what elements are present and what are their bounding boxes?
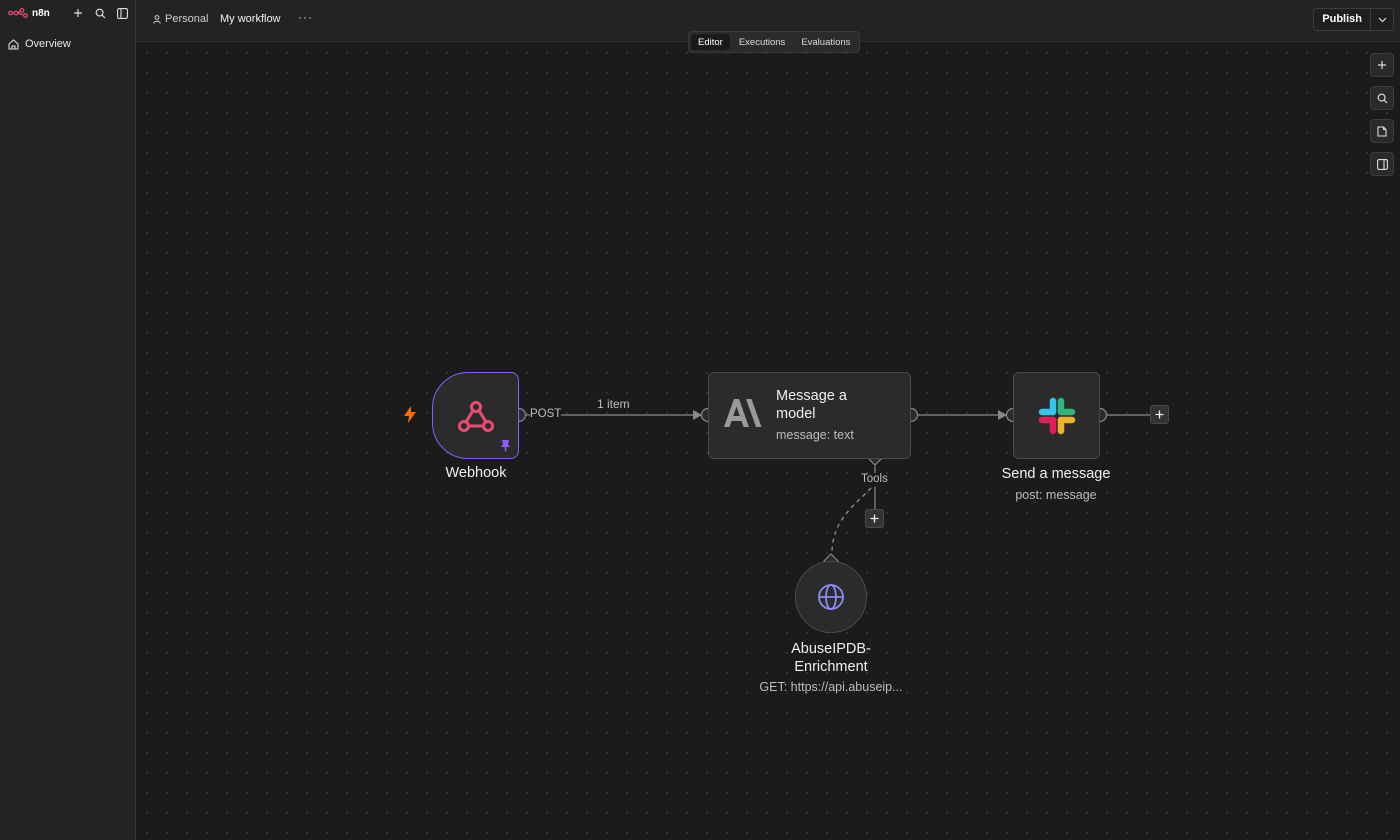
search-icon xyxy=(1377,93,1387,103)
collapse-sidebar-icon[interactable] xyxy=(116,7,128,19)
panel-icon xyxy=(1376,158,1388,170)
slack-node-title: Send a message xyxy=(1001,466,1111,482)
tab-evaluations[interactable]: Evaluations xyxy=(794,34,857,50)
connection-item-count: 1 item xyxy=(597,397,630,411)
view-tabs: Editor Executions Evaluations xyxy=(688,31,861,53)
n8n-logo-icon xyxy=(8,8,28,18)
slack-node-subtitle: post: message xyxy=(1015,488,1097,502)
webhook-icon xyxy=(457,400,494,432)
slack-node[interactable] xyxy=(1013,372,1100,459)
sidebar-item-label: Overview xyxy=(25,38,71,50)
trigger-bolt-icon xyxy=(404,406,416,423)
add-icon[interactable] xyxy=(72,7,84,19)
sidebar-header: n8n xyxy=(8,5,130,21)
note-icon xyxy=(1377,125,1387,137)
model-node-subtitle: message: text xyxy=(776,428,854,442)
search-icon[interactable] xyxy=(94,7,106,19)
brand-name: n8n xyxy=(32,7,50,19)
slack-logo-icon xyxy=(1038,397,1075,434)
tools-label: Tools xyxy=(861,473,888,485)
publish-button-group: Publish xyxy=(1313,8,1394,31)
webhook-output-label: POST xyxy=(530,408,562,420)
pin-icon[interactable] xyxy=(500,439,511,452)
plus-icon xyxy=(1378,61,1386,69)
toggle-panel-button[interactable] xyxy=(1370,152,1394,176)
abuseipdb-node-subtitle: GET: https://api.abuseip... xyxy=(759,680,903,694)
sticky-note-button[interactable] xyxy=(1370,119,1394,143)
workflow-name[interactable]: My workflow xyxy=(220,13,281,25)
chevron-down-icon xyxy=(1378,17,1386,22)
plus-icon xyxy=(870,514,879,523)
add-tool-button[interactable] xyxy=(865,509,884,528)
publish-dropdown-button[interactable] xyxy=(1371,9,1393,30)
more-options-button[interactable]: ··· xyxy=(298,10,313,24)
sidebar: n8n Overview xyxy=(0,0,136,840)
n8n-logo[interactable]: n8n xyxy=(8,8,50,19)
search-nodes-button[interactable] xyxy=(1370,86,1394,110)
sidebar-item-overview[interactable]: Overview xyxy=(8,36,128,52)
abuseipdb-node-title: AbuseIPDB-Enrichment xyxy=(791,641,871,675)
add-next-node-button[interactable] xyxy=(1150,405,1169,424)
globe-icon xyxy=(818,584,844,610)
tab-editor[interactable]: Editor xyxy=(691,34,730,50)
home-icon xyxy=(8,38,19,50)
project-breadcrumb[interactable]: Personal xyxy=(153,13,208,25)
abuseipdb-node[interactable] xyxy=(795,561,867,633)
webhook-node-title: Webhook xyxy=(445,465,507,481)
project-name: Personal xyxy=(165,13,209,25)
webhook-node[interactable] xyxy=(432,372,519,459)
plus-icon xyxy=(1155,410,1164,419)
add-node-button[interactable] xyxy=(1370,53,1394,77)
anthropic-logo-icon xyxy=(724,399,762,427)
tab-executions[interactable]: Executions xyxy=(732,34,792,50)
publish-button[interactable]: Publish xyxy=(1314,9,1371,30)
model-node-title: Message a model xyxy=(776,388,847,422)
user-icon xyxy=(153,14,161,24)
